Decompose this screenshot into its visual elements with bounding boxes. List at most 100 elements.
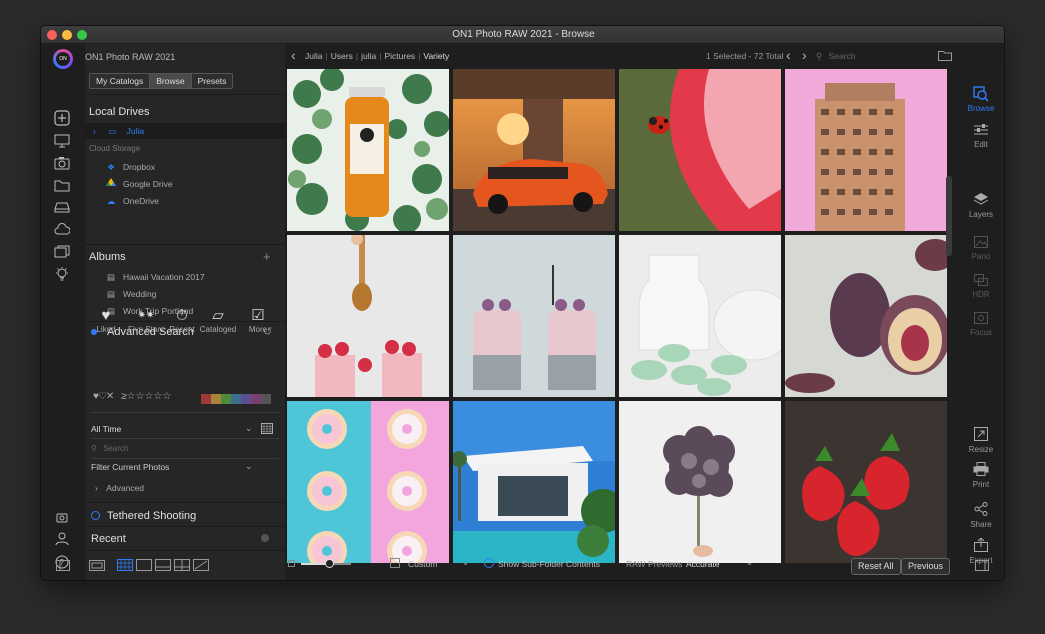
- back-icon[interactable]: ‹: [291, 47, 296, 63]
- zoom-window-button[interactable]: [77, 30, 87, 40]
- module-edit[interactable]: Edit: [956, 122, 1004, 149]
- lightbulb-icon[interactable]: [53, 266, 71, 282]
- reset-all-button[interactable]: Reset All: [851, 558, 901, 575]
- album-item[interactable]: ▤ Wedding: [89, 286, 281, 302]
- tab-presets[interactable]: Presets: [191, 74, 233, 88]
- slider-handle[interactable]: [325, 559, 334, 568]
- raw-previews-select[interactable]: Accurate: [686, 559, 720, 569]
- camera-icon[interactable]: [53, 156, 71, 172]
- cloud-icon[interactable]: [53, 222, 71, 238]
- breadcrumb-item[interactable]: Julia: [305, 51, 322, 61]
- filter-search-input[interactable]: ⚲ Search: [91, 444, 279, 456]
- panel-toggle-icon[interactable]: [56, 560, 70, 573]
- drive-item-julia[interactable]: › ▭ Julia: [85, 123, 285, 139]
- minimize-window-button[interactable]: [62, 30, 72, 40]
- color-swatch[interactable]: [251, 394, 261, 404]
- color-swatch[interactable]: [261, 394, 271, 404]
- tab-browse[interactable]: Browse: [150, 74, 192, 88]
- photo-thumbnail[interactable]: [619, 401, 781, 563]
- filmstrip-view-icon[interactable]: [155, 559, 171, 571]
- filter-cataloged[interactable]: ▱ Cataloged: [199, 307, 237, 334]
- filter-recent[interactable]: ⏱ Recent: [167, 307, 197, 334]
- breadcrumb-item[interactable]: Users: [331, 51, 353, 61]
- photo-thumbnail[interactable]: [453, 401, 615, 563]
- chevron-down-icon[interactable]: ⌄: [462, 557, 469, 568]
- advanced-toggle[interactable]: › Advanced: [91, 480, 283, 496]
- photo-thumbnail[interactable]: [287, 235, 449, 397]
- photo-thumbnail[interactable]: [785, 235, 947, 397]
- map-view-icon[interactable]: [193, 559, 209, 571]
- photo-thumbnail[interactable]: [619, 235, 781, 397]
- chevron-down-icon[interactable]: ⌄: [245, 423, 253, 434]
- previous-folder-icon[interactable]: ‹: [786, 47, 791, 63]
- right-panel-toggle-icon[interactable]: [975, 560, 989, 573]
- chevron-down-icon[interactable]: ⌄: [746, 557, 753, 568]
- recent-title[interactable]: Recent: [91, 533, 283, 545]
- detail-view-icon[interactable]: [136, 559, 152, 571]
- color-label-filter[interactable]: [201, 394, 271, 404]
- photo-thumbnail[interactable]: [287, 69, 449, 231]
- chevron-down-icon[interactable]: ⌄: [245, 461, 253, 472]
- folder-icon[interactable]: [53, 178, 71, 194]
- monitor-icon[interactable]: [53, 134, 71, 150]
- module-hdr[interactable]: HDR: [956, 272, 1004, 299]
- photo-thumbnail[interactable]: [785, 69, 947, 231]
- tethered-shooting-title[interactable]: Tethered Shooting: [107, 510, 299, 522]
- filter-more[interactable]: ☑ More: [243, 307, 273, 334]
- module-browse[interactable]: Browse: [956, 86, 1004, 113]
- grid-size-select[interactable]: Custom: [408, 559, 437, 569]
- module-layers[interactable]: Layers: [956, 192, 1004, 219]
- stars-filter-icons[interactable]: ≥☆☆☆☆☆: [121, 391, 171, 402]
- module-pano[interactable]: Pano: [956, 234, 1004, 261]
- color-swatch[interactable]: [221, 394, 231, 404]
- grid-view-icon[interactable]: [117, 559, 133, 571]
- filter-liked[interactable]: ♥ Liked: [91, 307, 121, 334]
- next-folder-icon[interactable]: ›: [802, 47, 807, 63]
- module-resize[interactable]: Resize: [956, 427, 1004, 454]
- title-bar: ON1 Photo RAW 2021 - Browse: [41, 26, 1004, 44]
- photo-thumbnail[interactable]: [619, 69, 781, 231]
- module-print[interactable]: Print: [956, 462, 1004, 489]
- user-icon[interactable]: [53, 532, 71, 548]
- albums-icon[interactable]: [53, 244, 71, 260]
- photo-thumbnail[interactable]: [453, 69, 615, 231]
- filter-current-photos-select[interactable]: Filter Current Photos: [91, 459, 283, 475]
- grid-size-checkbox[interactable]: [390, 558, 400, 568]
- cloud-item-dropbox[interactable]: ❖ Dropbox: [89, 159, 281, 175]
- compare-view-icon[interactable]: [174, 559, 190, 571]
- clear-recent-icon[interactable]: [261, 534, 269, 542]
- date-range-select[interactable]: All Time: [91, 421, 283, 437]
- search-input[interactable]: ⚲ Search: [816, 51, 926, 62]
- module-share[interactable]: Share: [956, 502, 1004, 529]
- like-filter-icons[interactable]: ♥♡✕: [93, 391, 114, 402]
- panel-tabs: My Catalogs Browse Presets: [89, 73, 234, 89]
- filmstrip-icon[interactable]: [89, 560, 105, 573]
- add-album-icon[interactable]: +: [263, 249, 271, 264]
- breadcrumb-item[interactable]: Variety: [423, 51, 449, 61]
- close-window-button[interactable]: [47, 30, 57, 40]
- album-item[interactable]: ▤ Hawaii Vacation 2017: [89, 269, 281, 285]
- module-focus[interactable]: Focus: [956, 310, 1004, 337]
- rating-filter[interactable]: ♥♡✕ ≥☆☆☆☆☆: [93, 391, 171, 402]
- breadcrumb-item[interactable]: Pictures: [384, 51, 415, 61]
- photo-thumbnail[interactable]: [287, 401, 449, 563]
- breadcrumb-item[interactable]: julia: [361, 51, 376, 61]
- photo-thumbnail[interactable]: [785, 401, 947, 563]
- cloud-item-google-drive[interactable]: Google Drive: [89, 176, 281, 192]
- color-swatch[interactable]: [231, 394, 241, 404]
- drive-icon[interactable]: [53, 200, 71, 216]
- cloud-item-onedrive[interactable]: ☁ OneDrive: [89, 193, 281, 209]
- subfolder-radio[interactable]: [484, 558, 494, 568]
- grid-scrollbar[interactable]: [946, 176, 952, 256]
- color-swatch[interactable]: [241, 394, 251, 404]
- calendar-icon[interactable]: [261, 423, 273, 436]
- folder-icon[interactable]: [938, 50, 952, 63]
- tether-icon[interactable]: [53, 510, 71, 526]
- filter-five-stars[interactable]: ✷✷ Five Stars: [127, 307, 165, 334]
- color-swatch[interactable]: [211, 394, 221, 404]
- color-swatch[interactable]: [201, 394, 211, 404]
- tab-my-catalogs[interactable]: My Catalogs: [90, 74, 151, 88]
- add-icon[interactable]: [53, 110, 71, 126]
- photo-thumbnail[interactable]: [453, 235, 615, 397]
- previous-button[interactable]: Previous: [901, 558, 951, 575]
